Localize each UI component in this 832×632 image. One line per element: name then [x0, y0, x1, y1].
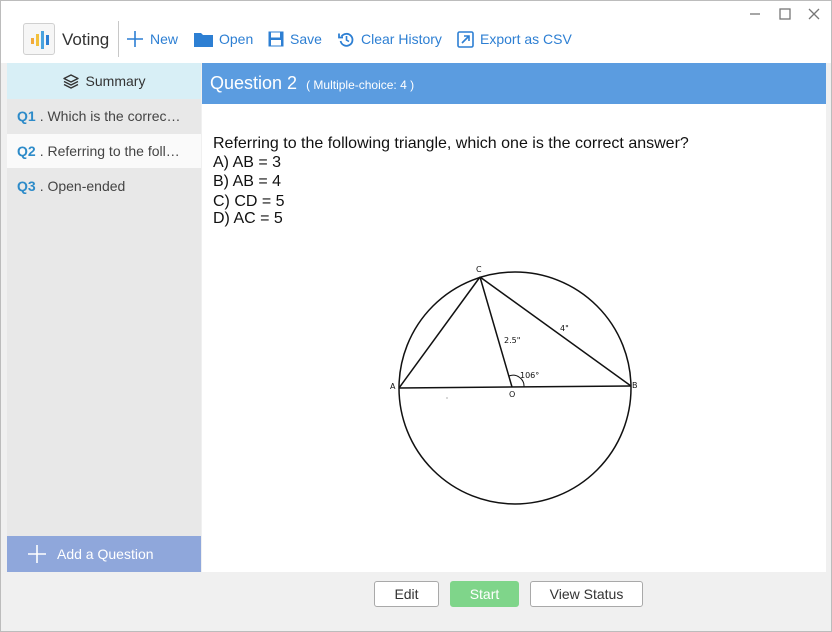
- sidebar: Summary Q1 . Which is the correct ... Q2…: [7, 63, 201, 572]
- triangle-circle-diagram: C A B O 2.5" 4" 106°: [390, 265, 638, 505]
- question-preview: . Which is the correct ...: [39, 108, 182, 124]
- question-panel: Question 2 ( Multiple-choice: 4 ) Referr…: [202, 63, 826, 572]
- app-title: Voting: [62, 30, 110, 49]
- label-c: C: [476, 265, 482, 274]
- sidebar-item-q2[interactable]: Q2 . Referring to the follo...: [7, 134, 201, 168]
- export-icon: [457, 30, 474, 48]
- maximize-icon: [779, 8, 791, 20]
- option-a: A) AB = 3: [213, 154, 282, 171]
- layers-icon: [62, 73, 79, 89]
- minimize-icon: [750, 13, 760, 15]
- clear-history-label: Clear History: [361, 31, 442, 47]
- add-question-label: Add a Question: [57, 546, 154, 562]
- toolbar-separator: [118, 21, 119, 57]
- new-button[interactable]: New: [126, 26, 178, 52]
- segment-co: [479, 276, 513, 388]
- question-number: Q3: [17, 178, 36, 194]
- open-button-label: Open: [219, 31, 254, 47]
- question-number: Q2: [17, 143, 36, 159]
- floppy-disk-icon: [268, 31, 284, 47]
- app-logo-icon: [23, 23, 55, 55]
- sidebar-item-q1[interactable]: Q1 . Which is the correct ...: [7, 99, 201, 133]
- side-cb: [479, 276, 632, 387]
- question-title: Question 2: [210, 73, 298, 93]
- question-number: Q1: [17, 108, 36, 124]
- label-angle: 106°: [520, 371, 539, 380]
- diameter-ab: [398, 385, 632, 389]
- save-button-label: Save: [290, 31, 322, 47]
- edit-button[interactable]: Edit: [374, 581, 439, 607]
- close-button[interactable]: [801, 5, 827, 23]
- label-o: O: [509, 390, 515, 399]
- add-question-button[interactable]: Add a Question: [7, 536, 201, 572]
- maximize-button[interactable]: [772, 5, 798, 23]
- question-prompt: Referring to the following triangle, whi…: [213, 135, 689, 152]
- question-preview: . Open-ended: [39, 178, 126, 194]
- close-icon: [808, 8, 820, 20]
- history-icon: [338, 32, 354, 47]
- export-csv-label: Export as CSV: [480, 31, 572, 47]
- toolbar: Voting New Open Save Clear History Expor…: [1, 1, 831, 63]
- question-body: Referring to the following triangle, whi…: [213, 134, 689, 228]
- sidebar-item-q3[interactable]: Q3 . Open-ended: [7, 169, 201, 203]
- option-b: B) AB = 4: [213, 173, 282, 190]
- summary-tab-label: Summary: [85, 73, 146, 89]
- edit-button-label: Edit: [394, 586, 419, 602]
- start-button-label: Start: [469, 586, 500, 602]
- stray-dot: [446, 397, 448, 399]
- question-type: ( Multiple-choice: 4 ): [306, 78, 415, 92]
- side-ac: [398, 276, 481, 389]
- plus-icon: [127, 31, 143, 47]
- label-oc-length: 2.5": [504, 336, 520, 345]
- app-window: Voting New Open Save Clear History Expor…: [0, 0, 832, 632]
- new-button-label: New: [150, 31, 179, 47]
- save-button[interactable]: Save: [268, 26, 322, 52]
- clear-history-button[interactable]: Clear History: [338, 26, 442, 52]
- summary-tab[interactable]: Summary: [7, 63, 201, 99]
- export-csv-button[interactable]: Export as CSV: [457, 26, 572, 52]
- open-button[interactable]: Open: [194, 26, 253, 52]
- folder-icon: [194, 33, 213, 47]
- start-button[interactable]: Start: [450, 581, 519, 607]
- option-d: D) AC = 5: [213, 210, 283, 227]
- label-a: A: [390, 382, 396, 391]
- view-status-button[interactable]: View Status: [530, 581, 643, 607]
- question-header: Question 2 ( Multiple-choice: 4 ): [202, 63, 826, 104]
- label-b: B: [632, 381, 638, 390]
- minimize-button[interactable]: [742, 5, 768, 23]
- plus-icon: [28, 545, 46, 563]
- view-status-label: View Status: [549, 586, 624, 602]
- question-preview: . Referring to the follo...: [39, 143, 182, 159]
- label-cb-length: 4": [560, 324, 569, 333]
